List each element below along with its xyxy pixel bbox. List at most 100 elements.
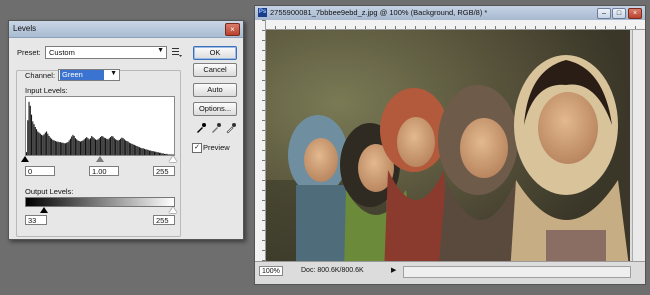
histogram-bar [170, 154, 172, 155]
histogram-bar [47, 133, 49, 155]
close-button[interactable]: × [628, 8, 642, 19]
histogram-bar [88, 139, 90, 155]
photo-canvas[interactable] [266, 30, 630, 274]
output-levels-label: Output Levels: [25, 187, 74, 196]
histogram-bar [81, 141, 83, 155]
options-button[interactable]: Options... [193, 102, 237, 116]
levels-title-bar[interactable]: Levels × [9, 21, 243, 38]
histogram-bar [74, 138, 76, 155]
preset-options-icon[interactable] [171, 46, 182, 58]
histogram-bar [138, 147, 140, 155]
histogram-bar [123, 139, 125, 155]
histogram-bar [135, 145, 137, 155]
histogram-bar [155, 151, 157, 155]
preset-select[interactable]: Custom ▼ [45, 46, 167, 59]
histogram-bar [133, 144, 135, 155]
output-slider[interactable] [25, 207, 177, 213]
preview-checkbox[interactable]: ✓ [192, 143, 202, 153]
input-black-field[interactable]: 0 [25, 166, 55, 176]
levels-dialog: Levels × Preset: Custom ▼ Channel: Green… [8, 20, 244, 240]
histogram-bar [167, 154, 169, 155]
histogram-bar [146, 149, 148, 155]
histogram-bar [56, 141, 58, 155]
channel-select[interactable]: Green ▼ [58, 69, 120, 81]
histogram-bar [83, 139, 85, 155]
histogram-bar [89, 138, 92, 155]
output-black-slider-handle[interactable] [40, 207, 48, 213]
histogram-bar [43, 134, 45, 155]
histogram-bar [44, 132, 46, 155]
histogram-bar [103, 137, 105, 155]
white-eyedropper-icon[interactable] [225, 122, 237, 134]
histogram-bar [67, 142, 69, 155]
histogram-bar [151, 151, 153, 155]
auto-button[interactable]: Auto [193, 83, 237, 97]
preset-value: Custom [49, 48, 75, 57]
vertical-ruler[interactable] [255, 20, 266, 262]
output-white-field[interactable]: 255 [153, 215, 175, 225]
histogram-bar [59, 142, 61, 155]
histogram-bar [68, 140, 70, 155]
histogram-bar [82, 140, 84, 155]
horizontal-scrollbar[interactable] [403, 266, 631, 278]
chevron-down-icon: ▼ [157, 47, 164, 54]
histogram-bar [102, 136, 104, 155]
histogram-bar [96, 139, 98, 155]
histogram-bar [72, 134, 74, 155]
channel-value: Green [60, 70, 104, 80]
histogram-bar [48, 135, 50, 155]
histogram-bar [163, 153, 166, 155]
input-gamma-field[interactable]: 1.00 [89, 166, 119, 176]
maximize-button[interactable]: □ [612, 8, 626, 19]
histogram-bar [126, 141, 128, 155]
gray-eyedropper-icon[interactable] [210, 122, 222, 134]
histogram-bar [39, 133, 41, 155]
input-slider[interactable] [21, 156, 177, 162]
histogram-bar [73, 135, 75, 155]
horizontal-ruler[interactable] [265, 20, 645, 30]
histogram-bar [172, 154, 174, 155]
histogram-bar [92, 137, 94, 155]
histogram-bar [168, 154, 171, 155]
histogram-bar [105, 138, 107, 155]
histogram-bar [53, 140, 55, 155]
histogram-bar [31, 114, 33, 155]
close-icon[interactable]: × [225, 23, 240, 36]
input-black-slider-handle[interactable] [21, 156, 29, 162]
histogram-bar [79, 141, 81, 155]
histogram-bar [78, 141, 80, 155]
vertical-scrollbar[interactable] [632, 30, 645, 262]
histogram-bar [112, 136, 114, 155]
histogram-bar [28, 101, 30, 155]
histogram-bar [137, 146, 139, 155]
histogram-bar [63, 143, 65, 155]
histogram-bar [86, 137, 88, 155]
output-black-field[interactable]: 33 [25, 215, 47, 225]
minimize-button[interactable]: – [597, 8, 611, 19]
histogram-bar [107, 139, 109, 155]
output-white-slider-handle[interactable] [169, 207, 177, 213]
histogram-bar [71, 136, 73, 155]
histogram-bar [26, 152, 28, 155]
document-title-bar[interactable]: Ps 2755900081_7bbbee9ebd_z.jpg @ 100% (B… [255, 6, 645, 21]
status-menu-arrow-icon[interactable]: ▶ [391, 266, 396, 274]
histogram-bar [41, 134, 43, 155]
cancel-button[interactable]: Cancel [193, 63, 237, 77]
histogram-bar [141, 148, 143, 155]
input-white-slider-handle[interactable] [169, 156, 177, 162]
input-white-field[interactable]: 255 [153, 166, 175, 176]
histogram-bar [111, 135, 113, 155]
histogram-bar [165, 153, 167, 155]
histogram-bar [128, 142, 130, 155]
histogram-bar [145, 149, 147, 155]
black-eyedropper-icon[interactable] [195, 122, 207, 134]
chevron-down-icon: ▼ [110, 70, 117, 77]
histogram-bar [36, 129, 38, 155]
histogram-bar [106, 138, 108, 155]
channel-label: Channel: [25, 71, 56, 80]
histogram-bar [64, 143, 66, 155]
zoom-field[interactable]: 100% [259, 266, 283, 276]
input-gamma-slider-handle[interactable] [96, 156, 104, 162]
histogram-bar [156, 152, 158, 155]
ok-button[interactable]: OK [193, 46, 237, 60]
